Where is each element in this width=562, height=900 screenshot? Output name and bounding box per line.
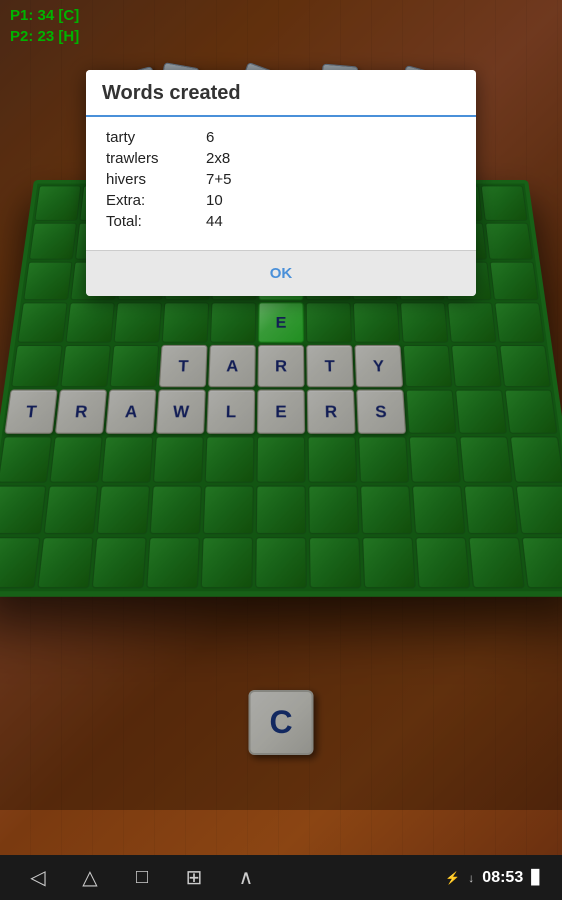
word-score: 7+5 xyxy=(206,171,231,188)
nav-bar: ◁ △ □ ⊞ ∧ ⚡ ↓ 08:53 ▊ xyxy=(0,855,562,900)
back-button[interactable]: ◁ xyxy=(20,860,56,896)
dialog-overlay: Words created tarty 6 trawlers 2x8 hivers 7+5… xyxy=(0,0,562,810)
dialog-title-bar: Words created xyxy=(86,70,476,117)
game-area: P1: 34 [C] P2: 23 [H] HIVE xyxy=(0,0,562,855)
word-name: tarty xyxy=(106,129,186,146)
home-button[interactable]: △ xyxy=(72,860,108,896)
dialog-footer: OK xyxy=(86,250,476,296)
dialog-box: Words created tarty 6 trawlers 2x8 hivers 7+5… xyxy=(86,70,476,296)
ok-button[interactable]: OK xyxy=(250,261,313,286)
download-icon: ↓ xyxy=(468,871,474,885)
word-score: 44 xyxy=(206,213,223,230)
word-score: 2x8 xyxy=(206,150,230,167)
dialog-content: tarty 6 trawlers 2x8 hivers 7+5 Extra: 10 Total:… xyxy=(86,117,476,250)
word-name: Total: xyxy=(106,213,186,230)
word-name: hivers xyxy=(106,171,186,188)
word-score: 6 xyxy=(206,129,214,146)
word-entry: tarty 6 xyxy=(106,129,456,146)
word-score: 10 xyxy=(206,192,223,209)
word-entry: hivers 7+5 xyxy=(106,171,456,188)
word-entry: Extra: 10 xyxy=(106,192,456,209)
nav-right: ⚡ ↓ 08:53 ▊ xyxy=(445,869,542,887)
up-button[interactable]: ∧ xyxy=(228,860,264,896)
signal-icon: ▊ xyxy=(531,869,542,886)
qr-button[interactable]: ⊞ xyxy=(176,860,212,896)
word-name: trawlers xyxy=(106,150,186,167)
word-name: Extra: xyxy=(106,192,186,209)
word-entry: trawlers 2x8 xyxy=(106,150,456,167)
dialog-title: Words created xyxy=(102,82,460,105)
recent-apps-button[interactable]: □ xyxy=(124,860,160,896)
usb-icon: ⚡ xyxy=(445,871,460,885)
word-entry: Total: 44 xyxy=(106,213,456,230)
time-display: 08:53 xyxy=(482,869,523,887)
